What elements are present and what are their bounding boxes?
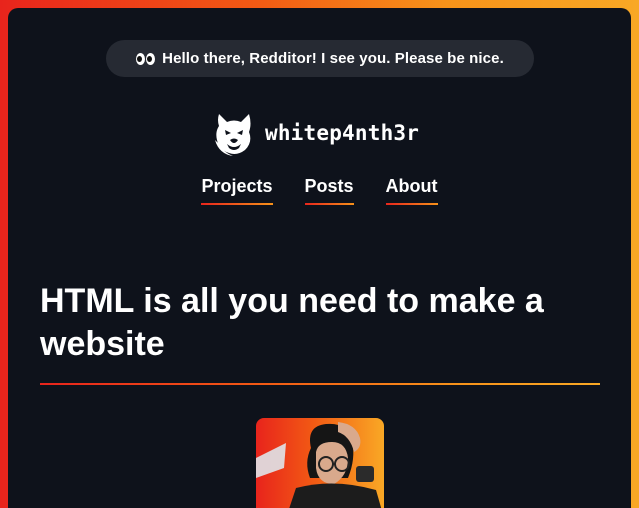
eyes-emoji-icon <box>136 52 156 65</box>
nav-link-about[interactable]: About <box>385 176 438 205</box>
title-divider <box>40 383 600 385</box>
page-container: Hello there, Redditor! I see you. Please… <box>8 8 631 508</box>
panther-head-icon <box>215 114 251 156</box>
main-nav: Projects Posts About <box>8 176 631 205</box>
banner-text: Hello there, Redditor! I see you. Please… <box>162 50 504 67</box>
nav-link-posts[interactable]: Posts <box>304 176 354 205</box>
author-photo <box>256 422 382 508</box>
author-avatar <box>256 418 384 508</box>
nav-link-projects[interactable]: Projects <box>201 176 273 205</box>
announcement-banner: Hello there, Redditor! I see you. Please… <box>106 40 534 77</box>
post-title: HTML is all you need to make a website <box>40 282 544 363</box>
site-name: whitep4nth3r <box>265 121 420 145</box>
site-brand[interactable]: whitep4nth3r <box>213 110 419 156</box>
